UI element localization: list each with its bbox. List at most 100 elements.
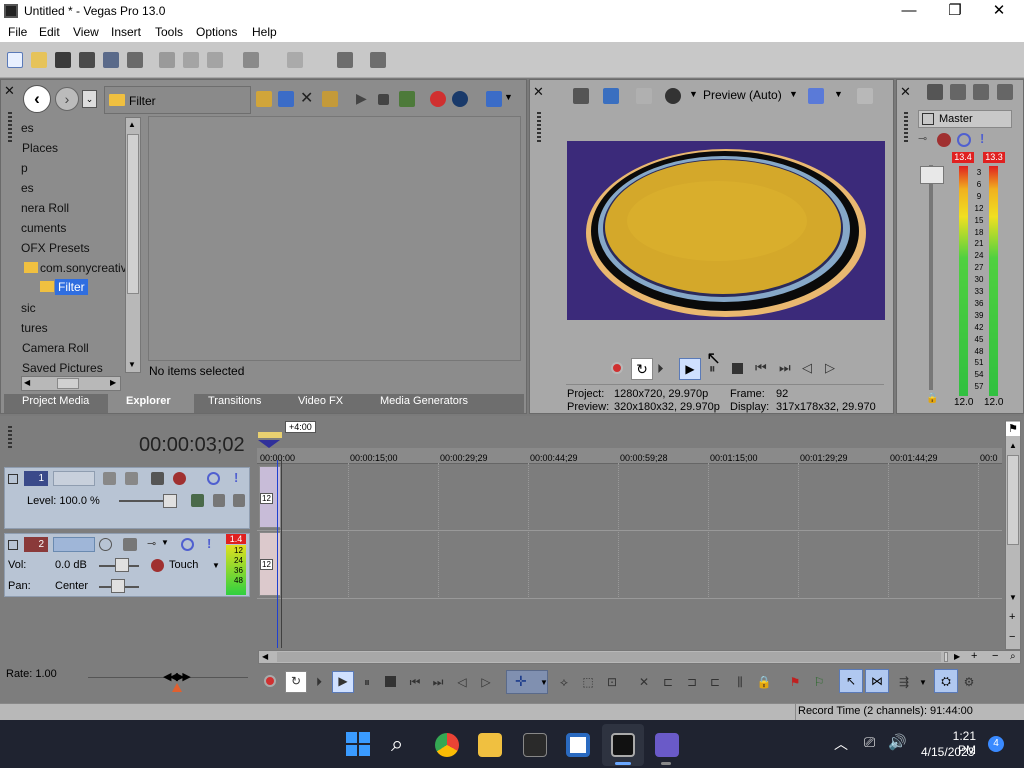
track-fx-icon[interactable] (173, 472, 186, 485)
menu-file[interactable]: File (8, 25, 27, 39)
views-icon[interactable] (486, 91, 502, 107)
auto-preview-icon[interactable] (399, 91, 415, 107)
go-to-start-button[interactable]: ⏮ (755, 360, 767, 376)
playhead-cursor[interactable] (277, 460, 278, 648)
arm-record-icon[interactable] (99, 538, 112, 551)
menu-help[interactable]: Help (252, 25, 277, 39)
loop-playback-button[interactable]: ↻ (631, 358, 653, 380)
app-window-icon[interactable] (566, 733, 590, 757)
downmix-icon[interactable] (950, 84, 966, 100)
tree-item[interactable]: Camera Roll (22, 341, 89, 355)
record-icon[interactable] (430, 91, 446, 107)
play-button[interactable]: ▶ (332, 671, 354, 693)
panel-grip[interactable] (904, 112, 908, 142)
preview-quality[interactable]: Preview (Auto) (703, 88, 782, 102)
tree-item[interactable]: tures (21, 321, 48, 335)
overlays-dropdown-icon[interactable]: ▼ (834, 89, 843, 99)
track-name-field[interactable] (53, 471, 95, 486)
refresh-icon[interactable] (278, 91, 294, 107)
trim-icon[interactable]: ⊏ (659, 673, 677, 691)
tab-explorer[interactable]: Explorer (126, 395, 171, 407)
notification-badge[interactable]: 4 (988, 736, 1004, 752)
tab-project-media[interactable]: Project Media (22, 395, 89, 407)
panel-grip[interactable] (537, 112, 541, 142)
whats-this-help-icon[interactable] (370, 52, 386, 68)
envelope-edit-tool-icon[interactable]: ⟡ (555, 673, 573, 691)
add-favorite-icon[interactable] (322, 91, 338, 107)
tree-item[interactable]: nera Roll (21, 201, 69, 215)
start-icon[interactable] (346, 732, 370, 756)
show-hidden-icons-icon[interactable]: ︿ (834, 734, 848, 754)
mute-icon[interactable] (207, 472, 220, 485)
tree-item[interactable]: sic (21, 301, 36, 315)
stop-preview-icon[interactable] (378, 94, 389, 105)
network-icon[interactable]: ⎚ (864, 734, 875, 751)
paste-icon[interactable] (207, 52, 223, 68)
lock-icon[interactable]: 🔒 (755, 673, 773, 691)
back-button[interactable]: ‹ (23, 85, 51, 113)
audio-track-header[interactable]: 2 ⊸ ▼ ! 1.4 12 24 36 48 Vol: 0.0 dB Touc… (4, 533, 250, 597)
copy-icon[interactable] (183, 52, 199, 68)
ignore-grouping-icon[interactable]: ⚙ (960, 673, 978, 691)
ripple-mode-icon[interactable]: ⇶ (895, 673, 913, 691)
minimize-track-icon[interactable] (8, 474, 18, 484)
insert-marker-icon[interactable]: ⚑ (786, 673, 804, 691)
external-monitor-icon[interactable] (603, 88, 619, 104)
menu-tools[interactable]: Tools (155, 25, 183, 39)
menu-edit[interactable]: Edit (39, 25, 60, 39)
history-dropdown-icon[interactable]: ⌄ (82, 90, 97, 108)
file-explorer-icon[interactable] (478, 733, 502, 757)
save-icon[interactable] (55, 52, 71, 68)
tree-item[interactable]: cuments (21, 221, 66, 235)
loop-region[interactable] (258, 432, 282, 438)
stop-button[interactable] (732, 363, 743, 374)
track-motion-icon[interactable] (151, 472, 164, 485)
delete-icon[interactable]: ✕ (635, 673, 653, 691)
automatic-crossfades-button[interactable]: ⋈ (865, 669, 889, 693)
menu-insert[interactable]: Insert (111, 25, 141, 39)
auto-ripple-button[interactable]: ↖ (839, 669, 863, 693)
tree-vertical-scrollbar[interactable]: ▲ ▼ (125, 117, 141, 373)
tree-item[interactable]: es (21, 181, 34, 195)
lock-envelopes-button[interactable]: ⛭ (934, 669, 958, 693)
minimize-button[interactable]: — (886, 0, 932, 23)
close-button[interactable]: ✕ (976, 0, 1022, 23)
timeline-grip[interactable] (8, 426, 12, 450)
compositing-mode-icon[interactable] (103, 472, 116, 485)
bus-fx-icon[interactable] (937, 133, 951, 147)
markers-icon[interactable]: ⚑ (1006, 422, 1020, 436)
track-name-field[interactable] (53, 537, 95, 552)
automation-dropdown-icon[interactable]: ▼ (212, 561, 220, 570)
delete-icon[interactable]: ✕ (300, 88, 313, 108)
edit-tool-button[interactable]: ✛ ▼ (506, 670, 548, 694)
routing-icon[interactable]: ⊸ (147, 537, 156, 550)
scrollbar-thumb[interactable] (944, 652, 948, 662)
solo-icon[interactable]: ! (234, 470, 238, 485)
scroll-up-icon[interactable]: ▲ (128, 120, 136, 129)
scrollbar-thumb[interactable] (1007, 455, 1019, 545)
parent-motion-icon[interactable] (125, 472, 138, 485)
tree-item[interactable]: Saved Pictures (22, 361, 103, 374)
scroll-up-icon[interactable]: ▲ (1009, 441, 1017, 450)
scroll-left-icon[interactable]: ◀ (262, 652, 268, 661)
path-field[interactable]: Filter (104, 86, 251, 114)
menu-options[interactable]: Options (196, 25, 237, 39)
scroll-down-icon[interactable]: ▼ (1009, 593, 1017, 602)
tree-item[interactable]: com.sonycreativ (40, 261, 125, 275)
save-as-icon[interactable] (79, 52, 95, 68)
record-button[interactable] (264, 675, 276, 687)
preview-properties-icon[interactable] (573, 88, 589, 104)
scrollbar-thumb[interactable] (127, 134, 139, 294)
close-panel-icon[interactable]: ✕ (900, 84, 911, 100)
solo-icon[interactable]: ! (980, 131, 984, 146)
split-screen-icon[interactable] (665, 88, 681, 104)
render-icon[interactable] (103, 52, 119, 68)
overlays-icon[interactable] (808, 88, 824, 104)
tree-item[interactable]: OFX Presets (21, 241, 90, 255)
clock-date[interactable]: 4/15/2023 (921, 745, 974, 759)
open-icon[interactable] (31, 52, 47, 68)
minimize-track-icon[interactable] (8, 540, 18, 550)
tree-item[interactable]: Places (22, 141, 58, 155)
tree-item[interactable]: es (21, 121, 34, 135)
next-frame-button[interactable]: ▷ (477, 673, 495, 691)
